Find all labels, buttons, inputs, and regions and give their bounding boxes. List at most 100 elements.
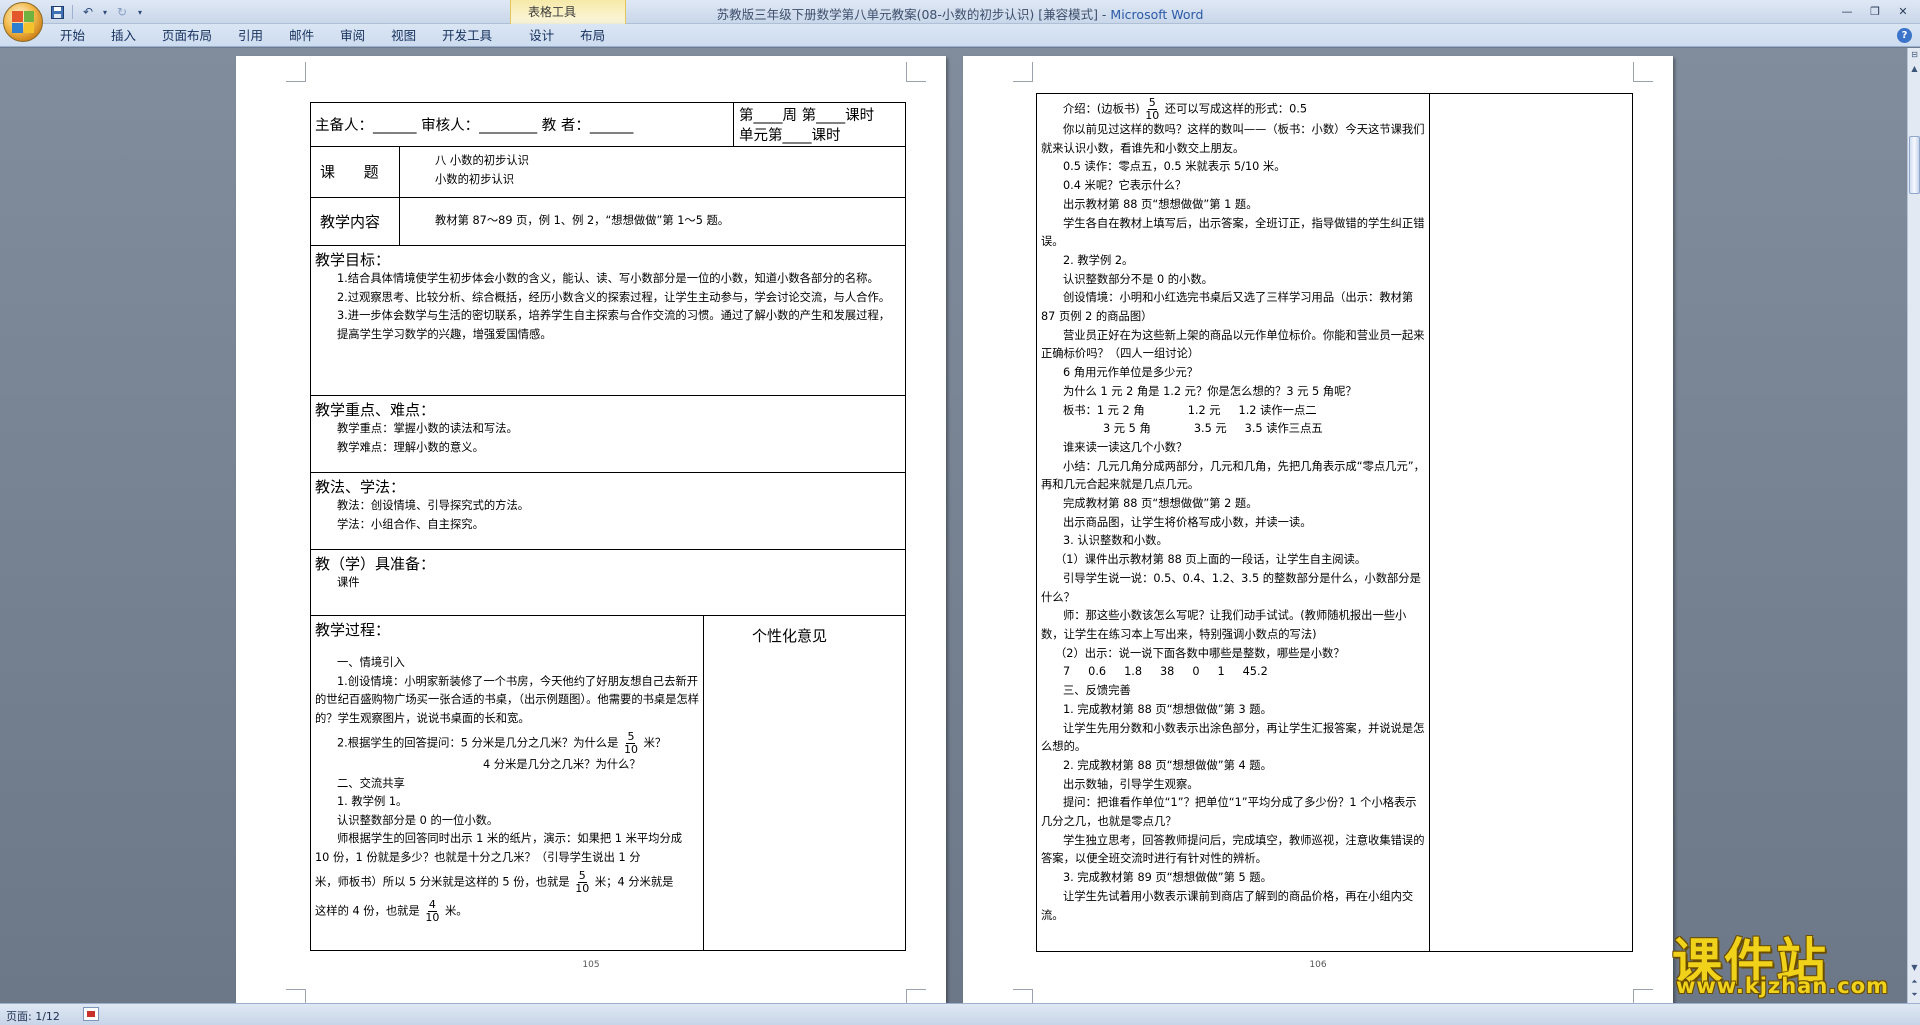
line-26: 1. 完成教材第 88 页“想想做做”第 3 题。	[1063, 702, 1272, 716]
process-p7-text: 米，师板书）所以 5 分米就是这样的 5 份，也就是	[315, 875, 570, 889]
page-105: 主备人：______ 审核人：________ 教 者：______ 第____…	[236, 56, 946, 1025]
line-14: 3 元 5 角 3.5 元 3.5 读作三点五	[1103, 422, 1323, 436]
process-p8-tail: 米。	[444, 904, 468, 918]
content-label: 教学内容	[320, 213, 381, 231]
office-logo-icon	[12, 11, 34, 33]
line-20: （1）课件出示教材第 88 页上面的一段话，让学生自主阅读。	[1055, 553, 1367, 567]
tab-mailings[interactable]: 邮件	[276, 28, 327, 44]
method-2: 学法：小组合作、自主探究。	[337, 517, 484, 531]
intro-line: 介绍：(边板书) 5 10 还可以写成这样的形式：0.5	[1041, 97, 1425, 122]
line-2: 你以前见过这样的数吗？这样的数叫——（板书：小数）今天这节课我们就来认识小数，看…	[1041, 123, 1425, 155]
frac-den: 10	[425, 911, 440, 924]
cell-divider	[1429, 94, 1430, 951]
content-text: 教材第 87～89 页，例 1、例 2，“想想做做”第 1～5 题。	[435, 214, 730, 227]
frac-den: 10	[575, 882, 590, 895]
cell-divider	[399, 147, 400, 197]
close-icon[interactable]: ✕	[1890, 2, 1916, 20]
line-27: 让学生先用分数和小数表示出涂色部分，再让学生汇报答案，并说说是怎么想的。	[1041, 721, 1425, 754]
process-p8: 这样的 4 份，也就是 4 10 米。	[315, 899, 700, 924]
crop-mark	[1633, 62, 1653, 82]
section-intro: 一、情境引入	[337, 656, 405, 669]
line-7: 2. 教学例 2。	[1063, 253, 1134, 267]
process-p3: 4 分米是几分之几米？为什么？	[483, 758, 641, 771]
line-31: 学生独立思考，回答教师提问后，完成填空，教师巡视，注意收集错误的答案，以便全班交…	[1041, 833, 1425, 866]
title-bar: ↶ ▾ ↻ ▾ 苏教版三年级下册数学第八单元教案(08-小数的初步认识) [兼容…	[0, 0, 1920, 24]
tab-view[interactable]: 视图	[378, 28, 429, 44]
process-p2: 2.根据学生的回答提问：5 分米是几分之几米？为什么是 5 10 米？	[315, 731, 700, 756]
line-32: 3. 完成教材第 89 页“想想做做”第 5 题。	[1063, 871, 1272, 885]
key-point-2: 教学难点：理解小数的意义。	[337, 440, 484, 454]
line-11: 6 角用元作单位是多少元？	[1063, 366, 1199, 380]
cell-divider	[733, 103, 734, 146]
office-button[interactable]	[3, 2, 43, 42]
topic-row: 课 题 八 小数的初步认识 小数的初步认识	[311, 147, 905, 198]
preparer-info: 主备人：______ 审核人：________ 教 者：______	[315, 118, 634, 134]
page-number: 106	[1309, 960, 1327, 970]
line-21: 引导学生说一说：0.5、0.4、1.2、3.5 的整数部分是什么，小数部分是什么…	[1041, 571, 1421, 604]
line-4: 0.4 米呢？它表示什么？	[1063, 179, 1187, 193]
tab-insert[interactable]: 插入	[98, 28, 149, 44]
tab-references[interactable]: 引用	[225, 28, 276, 44]
line-24: 7 0.6 1.8 38 0 1 45.2	[1063, 665, 1268, 679]
scroll-thumb[interactable]	[1909, 136, 1920, 194]
minimize-icon[interactable]: —	[1834, 2, 1860, 20]
content-row: 教学内容 教材第 87～89 页，例 1、例 2，“想想做做”第 1～5 题。	[311, 198, 905, 246]
tool-1: 课件	[337, 576, 360, 589]
line-16: 小结：几元几角分成两部分，几元和几角，先把几角表示成“零点几元”，再和几元合起来…	[1041, 459, 1425, 492]
tab-home[interactable]: 开始	[50, 28, 98, 44]
key-points-heading: 教学重点、难点：	[315, 401, 436, 419]
line-29: 出示数轴，引导学生观察。	[1063, 777, 1199, 791]
line-3: 0.5 读作：零点五，0.5 米就表示 5/10 米。	[1063, 160, 1286, 174]
previous-page-icon[interactable]: ⏶	[1908, 975, 1920, 989]
process-p7-tail: 米；4 分米就是	[594, 875, 674, 889]
vertical-scrollbar[interactable]: ⊟ ▲ ▼ ⏶ ⏷	[1907, 48, 1920, 1003]
process-p5: 认识整数部分是 0 的一位小数。	[337, 813, 499, 827]
process-p2-text: 2.根据学生的回答提问：5 分米是几分之几米？为什么是	[337, 736, 619, 750]
tab-developer[interactable]: 开发工具	[429, 28, 505, 44]
topic-unit: 八 小数的初步认识	[435, 154, 529, 167]
objectives-row: 教学目标： 1.结合具体情境使学生初步体会小数的含义，能认、读、写小数部分是一位…	[311, 246, 905, 396]
tab-layout[interactable]: 布局	[567, 28, 618, 44]
document-title-text: 苏教版三年级下册数学第八单元教案(08-小数的初步认识) [兼容模式] -	[716, 7, 1111, 22]
next-page-icon[interactable]: ⏷	[1908, 988, 1920, 1002]
proofing-status-icon[interactable]	[83, 1007, 99, 1021]
scroll-down-icon[interactable]: ▼	[1908, 961, 1920, 975]
method-1: 教法：创设情境、引导探究式的方法。	[337, 499, 530, 512]
line-19: 3. 认识整数和小数。	[1063, 534, 1168, 548]
tab-design[interactable]: 设计	[505, 28, 567, 44]
key-point-1: 教学重点：掌握小数的读法和写法。	[337, 422, 518, 435]
line-17: 完成教材第 88 页“想想做做”第 2 题。	[1063, 497, 1258, 511]
scroll-up-icon[interactable]: ▲	[1908, 62, 1920, 76]
fraction-5-10: 5 10	[1145, 97, 1159, 122]
line-9: 创设情境：小明和小红选完书桌后又选了三样学习用品（出示：教材第 87 页例 2 …	[1041, 291, 1414, 324]
topic-label: 课 题	[320, 163, 379, 181]
tab-review[interactable]: 审阅	[327, 28, 378, 44]
line-22: 师：那这些小数该怎么写呢？让我们动手试试。(教师随机报出一些小数，让学生在练习本…	[1041, 609, 1407, 641]
app-name: Microsoft Word	[1110, 7, 1204, 22]
document-title: 苏教版三年级下册数学第八单元教案(08-小数的初步认识) [兼容模式] - Mi…	[0, 4, 1920, 23]
restore-icon[interactable]: ❐	[1862, 2, 1888, 20]
page-count-status[interactable]: 页面: 1/12	[6, 1008, 60, 1024]
table-tools-label: 表格工具	[528, 5, 577, 19]
page-106: 介绍：(边板书) 5 10 还可以写成这样的形式：0.5 你以前见过这样的数吗？这…	[963, 56, 1673, 1025]
objectives-heading: 教学目标：	[315, 251, 391, 269]
header-row: 主备人：______ 审核人：________ 教 者：______ 第____…	[311, 103, 905, 147]
ruler-toggle-icon[interactable]: ⊟	[1908, 48, 1920, 62]
intro-text: 介绍：(边板书)	[1063, 102, 1140, 116]
watermark-url: www.kjzhan.com	[1676, 974, 1890, 998]
objective-1: 1.结合具体情境使学生初步体会小数的含义，能认、读、写小数部分是一位的小数，知道…	[337, 272, 879, 285]
help-icon[interactable]: ?	[1897, 28, 1912, 43]
process-p1: 1.创设情境：小明家新装修了一个书房，今天他约了好朋友想自己去新开的世纪百盛购物…	[315, 674, 700, 725]
objective-3: 3.进一步体会数学与生活的密切联系，培养学生自主探索与合作交流的习惯。通过了解小…	[337, 309, 891, 341]
line-10: 营业员正好在为这些新上架的商品以元作单位标价。你能和营业员一起来正确标价吗？（四…	[1041, 328, 1425, 361]
cell-divider	[703, 616, 704, 950]
tools-heading: 教（学）具准备：	[315, 555, 436, 573]
line-12: 为什么 1 元 2 角是 1.2 元？你是怎么想的？3 元 5 角呢？	[1063, 384, 1357, 398]
unit-lesson-info: 单元第____课时	[739, 128, 841, 144]
frac-den: 10	[623, 743, 638, 756]
key-points-row: 教学重点、难点： 教学重点：掌握小数的读法和写法。 教学难点：理解小数的意义。	[311, 396, 905, 473]
ribbon: 开始 插入 页面布局 引用 邮件 审阅 视图 开发工具 设计 布局 ?	[0, 24, 1920, 47]
methods-row: 教法、学法： 教法：创设情境、引导探究式的方法。 学法：小组合作、自主探究。	[311, 473, 905, 550]
tab-page-layout[interactable]: 页面布局	[149, 28, 225, 44]
